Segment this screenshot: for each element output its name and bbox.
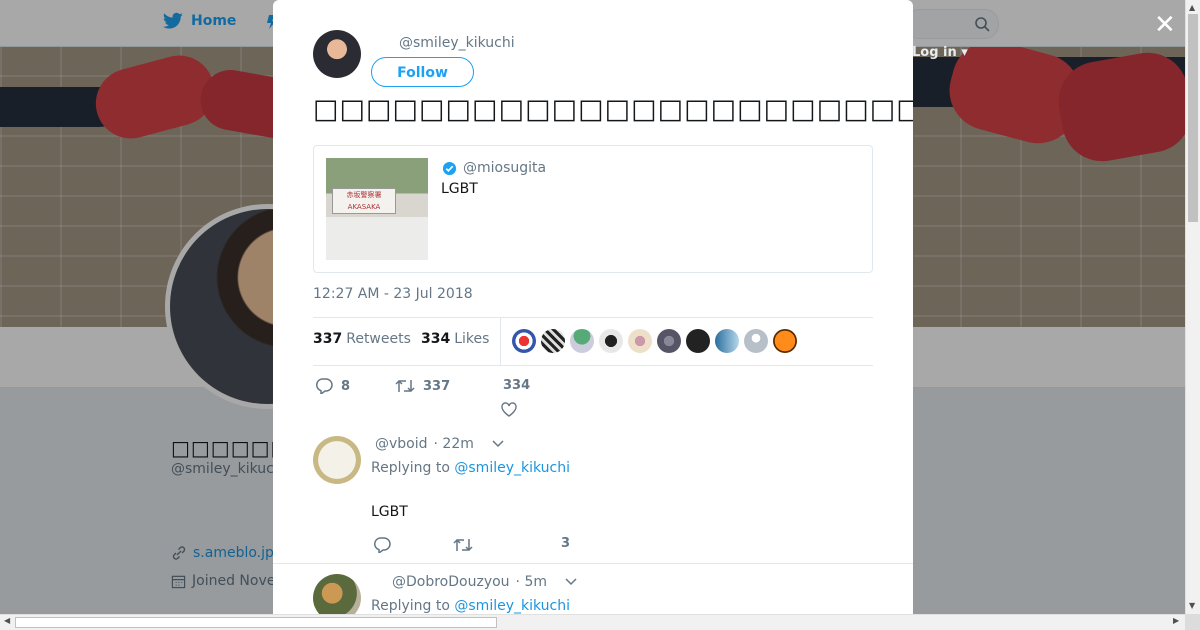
retweets-count: 337 (313, 331, 343, 347)
replying-to: Replying to @smiley_kikuchi (371, 460, 571, 476)
sign-text: 赤坂警察署 (346, 191, 382, 199)
author-avatar[interactable] (313, 30, 361, 78)
retweets-label: Retweets (346, 331, 411, 347)
liker-avatar[interactable] (715, 329, 739, 353)
liker-avatar[interactable] (686, 329, 710, 353)
vertical-scroll-thumb[interactable] (1188, 14, 1198, 222)
liker-avatar[interactable] (570, 329, 594, 353)
retweet-icon (395, 379, 415, 393)
like-count-action[interactable]: 334 (503, 378, 530, 393)
quoted-tweet-card[interactable]: 赤坂警察署 AKASAKA @miosugita LGBT (313, 145, 873, 273)
reply-tweet[interactable]: @vboid · 22m Replying to @smiley_kikuchi… (313, 432, 873, 562)
reply-header: @vboid · 22m (375, 436, 504, 452)
tweet-stats: 337 Retweets 334 Likes (313, 317, 873, 366)
quoted-tweet-image: 赤坂警察署 AKASAKA (326, 158, 428, 260)
likes-count: 334 (421, 331, 451, 347)
liker-avatars (512, 329, 797, 353)
reply-avatar[interactable] (313, 436, 361, 484)
retweet-icon[interactable] (453, 537, 473, 553)
liker-avatar[interactable] (541, 329, 565, 353)
heart-icon (501, 402, 517, 417)
reply-icon[interactable] (373, 537, 391, 553)
quoted-tweet-text: LGBT (441, 181, 478, 197)
scrollbar-corner (1185, 614, 1200, 630)
login-link[interactable]: Log in ▾ (912, 45, 968, 60)
reply-icon (315, 378, 333, 394)
like-action[interactable] (501, 402, 517, 417)
liker-avatar[interactable] (628, 329, 652, 353)
reply-action[interactable]: 8 (315, 378, 350, 394)
horizontal-scrollbar[interactable]: ◀ ▶ (0, 614, 1185, 630)
tweet-actions: 8 337 334 (313, 376, 873, 420)
close-icon[interactable]: ✕ (1154, 12, 1176, 38)
chevron-down-icon[interactable] (492, 440, 504, 448)
tweet-permalink-modal: @smiley_kikuchi Follow □□□□□□□□□□□□□□□□□… (273, 0, 913, 614)
chevron-down-icon[interactable] (565, 578, 577, 586)
reply-text: LGBT (371, 504, 408, 520)
reply-time[interactable]: · 22m (434, 436, 474, 452)
likes-stat[interactable]: 334 Likes (421, 331, 489, 347)
replying-to-link[interactable]: @smiley_kikuchi (454, 460, 570, 476)
liker-avatar[interactable] (744, 329, 768, 353)
replying-to: Replying to @smiley_kikuchi (371, 598, 571, 614)
tweet-timestamp[interactable]: 12:27 AM - 23 Jul 2018 (313, 286, 473, 302)
reply-actions: 3 (371, 536, 631, 560)
retweets-stat[interactable]: 337 Retweets (313, 331, 411, 347)
reply-header: @DobroDouzyou · 5m (392, 574, 577, 590)
reply-handle[interactable]: @vboid (375, 436, 428, 452)
reply-time[interactable]: · 5m (516, 574, 547, 590)
horizontal-scroll-thumb[interactable] (15, 617, 497, 628)
reply-tweet[interactable]: @DobroDouzyou · 5m Replying to @smiley_k… (313, 570, 873, 614)
retweet-count: 337 (423, 378, 451, 394)
liker-avatar[interactable] (512, 329, 536, 353)
tweet-text: □□□□□□□□□□□□□□□□□□□□□□□□□□□□□□□□□□□□□□□□… (313, 94, 913, 125)
liker-avatar[interactable] (657, 329, 681, 353)
reply-like-count[interactable]: 3 (561, 536, 570, 551)
quoted-handle[interactable]: @miosugita (463, 160, 546, 176)
retweet-action[interactable]: 337 (395, 378, 450, 394)
reply-handle[interactable]: @DobroDouzyou (392, 574, 510, 590)
follow-button[interactable]: Follow (371, 57, 474, 87)
replying-to-link[interactable]: @smiley_kikuchi (454, 598, 570, 614)
reply-count: 8 (341, 378, 351, 394)
quoted-handle-row: @miosugita (442, 160, 546, 176)
author-handle[interactable]: @smiley_kikuchi (399, 35, 515, 51)
like-count: 334 (503, 378, 531, 393)
verified-icon (442, 161, 457, 175)
liker-avatar[interactable] (599, 329, 623, 353)
reply-avatar[interactable] (313, 574, 361, 614)
vertical-scrollbar[interactable]: ▲ ▼ (1185, 0, 1200, 614)
liker-avatar[interactable] (773, 329, 797, 353)
likes-label: Likes (454, 331, 490, 347)
